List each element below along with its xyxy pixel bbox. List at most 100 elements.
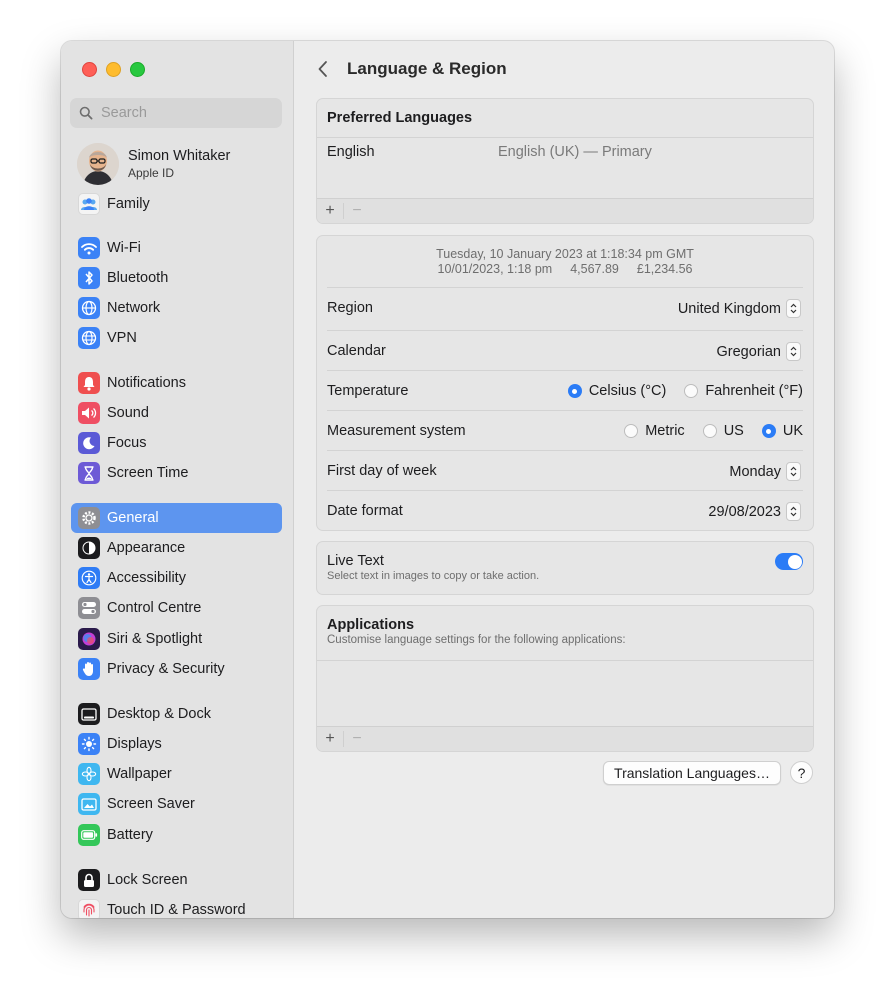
close-window-button[interactable]: [82, 62, 97, 77]
sidebar-item-desktop-dock[interactable]: Desktop & Dock: [71, 699, 282, 729]
applications-panel: Applications Customise language settings…: [316, 605, 814, 752]
updown-chevron-icon: [786, 502, 801, 521]
live-text-description: Select text in images to copy or take ac…: [327, 570, 540, 582]
sidebar-item-label: Notifications: [107, 375, 186, 391]
region-select[interactable]: United Kingdom: [678, 299, 801, 318]
sidebar-item-focus[interactable]: Focus: [71, 428, 282, 458]
region-value: United Kingdom: [677, 300, 781, 317]
region-label: Region: [327, 300, 373, 316]
fahrenheit-radio[interactable]: Fahrenheit (°F): [684, 383, 803, 399]
sidebar-item-lock-screen[interactable]: Lock Screen: [71, 865, 282, 895]
live-text-toggle[interactable]: [775, 553, 803, 570]
date-format-label: Date format: [327, 503, 403, 519]
temperature-radio-group: Celsius (°C) Fahrenheit (°F): [550, 383, 803, 399]
page-title: Language & Region: [347, 59, 507, 78]
sidebar-item-label: Privacy & Security: [107, 661, 225, 677]
sidebar-item-label: VPN: [107, 330, 137, 346]
live-text-label: Live Text: [327, 553, 384, 569]
add-application-button[interactable]: +: [317, 727, 343, 751]
search-icon: [79, 106, 93, 120]
language-name[interactable]: English: [327, 144, 375, 160]
sidebar-item-notifications[interactable]: Notifications: [71, 368, 282, 398]
metric-label: Metric: [645, 423, 685, 439]
radio-indicator: [624, 424, 639, 438]
calendar-label: Calendar: [327, 343, 386, 359]
sidebar-item-accessibility[interactable]: Accessibility: [71, 563, 282, 593]
sidebar-item-bluetooth[interactable]: Bluetooth: [71, 263, 282, 293]
sidebar-item-siri-spotlight[interactable]: Siri & Spotlight: [71, 624, 282, 654]
wallpaper-flower-icon: [78, 763, 100, 785]
calendar-select[interactable]: Gregorian: [717, 342, 801, 361]
divider: [317, 137, 813, 138]
translation-languages-button[interactable]: Translation Languages…: [603, 761, 781, 785]
sidebar-item-appearance[interactable]: Appearance: [71, 533, 282, 563]
sidebar-item-network[interactable]: Network: [71, 293, 282, 323]
remove-application-button[interactable]: −: [344, 727, 370, 751]
sidebar-item-wallpaper[interactable]: Wallpaper: [71, 759, 282, 789]
help-button[interactable]: ?: [790, 761, 813, 784]
celsius-radio[interactable]: Celsius (°C): [567, 383, 667, 399]
apple-id-profile[interactable]: Simon Whitaker Apple ID: [77, 143, 230, 185]
profile-name: Simon Whitaker: [128, 148, 231, 164]
first-day-select[interactable]: Monday: [729, 462, 801, 481]
language-detail: English (UK) — Primary: [498, 144, 652, 160]
sidebar-item-screen-saver[interactable]: Screen Saver: [71, 789, 282, 819]
sidebar-item-displays[interactable]: Displays: [71, 729, 282, 759]
network-globe-icon: [78, 297, 100, 319]
sidebar-item-label: Displays: [107, 736, 162, 752]
sidebar-item-screen-time[interactable]: Screen Time: [71, 458, 282, 488]
uk-radio[interactable]: UK: [761, 423, 803, 439]
family-icon: [78, 193, 100, 215]
desktop-dock-icon: [78, 703, 100, 725]
sidebar-item-label: Wi-Fi: [107, 240, 141, 256]
sidebar-item-battery[interactable]: Battery: [71, 820, 282, 850]
hand-icon: [78, 658, 100, 680]
wifi-icon: [78, 237, 100, 259]
celsius-label: Celsius (°C): [588, 383, 667, 399]
sidebar-item-vpn[interactable]: VPN: [71, 323, 282, 353]
currency-preview: £1,234.56: [636, 262, 693, 276]
sidebar-item-label: Desktop & Dock: [107, 706, 211, 722]
date-format-select[interactable]: 29/08/2023: [708, 502, 801, 521]
add-language-button[interactable]: +: [317, 199, 343, 223]
control-centre-icon: [78, 597, 100, 619]
sidebar-item-control-centre[interactable]: Control Centre: [71, 593, 282, 623]
sidebar-item-label: Battery: [107, 827, 153, 843]
sidebar-item-privacy-security[interactable]: Privacy & Security: [71, 654, 282, 684]
date-preview: Tuesday, 10 January 2023 at 1:18:34 pm G…: [436, 247, 694, 261]
back-chevron-icon[interactable]: [316, 59, 330, 79]
sidebar-item-family[interactable]: Family: [71, 189, 282, 219]
live-text-panel: Live Text Select text in images to copy …: [316, 541, 814, 595]
settings-window: Simon Whitaker Apple ID Family Wi-Fi Blu…: [61, 41, 834, 918]
radio-selected-indicator: [567, 384, 582, 398]
accessibility-icon: [78, 567, 100, 589]
us-radio[interactable]: US: [702, 423, 744, 439]
bluetooth-icon: [78, 267, 100, 289]
search-field[interactable]: [70, 98, 282, 128]
zoom-window-button[interactable]: [130, 62, 145, 77]
minimize-window-button[interactable]: [106, 62, 121, 77]
fahrenheit-label: Fahrenheit (°F): [705, 383, 803, 399]
search-input[interactable]: [99, 104, 273, 122]
sidebar: Simon Whitaker Apple ID Family Wi-Fi Blu…: [61, 41, 294, 918]
sidebar-item-wifi[interactable]: Wi-Fi: [71, 233, 282, 263]
region-format-panel: Tuesday, 10 January 2023 at 1:18:34 pm G…: [316, 235, 814, 531]
updown-chevron-icon: [786, 462, 801, 481]
sidebar-item-label: Screen Saver: [107, 796, 195, 812]
preferred-languages-header: Preferred Languages: [327, 110, 473, 126]
remove-language-button[interactable]: −: [344, 199, 370, 223]
sidebar-item-touch-id[interactable]: Touch ID & Password: [71, 895, 282, 918]
sidebar-item-label: General: [107, 510, 159, 526]
radio-selected-indicator: [761, 424, 776, 438]
metric-radio[interactable]: Metric: [624, 423, 685, 439]
battery-icon: [78, 824, 100, 846]
moon-icon: [78, 432, 100, 454]
date-format-value: 29/08/2023: [708, 503, 781, 520]
applications-header: Applications: [327, 617, 415, 633]
vpn-globe-icon: [78, 327, 100, 349]
sidebar-item-general[interactable]: General: [71, 503, 282, 533]
sidebar-item-sound[interactable]: Sound: [71, 398, 282, 428]
sidebar-item-label: Wallpaper: [107, 766, 172, 782]
number-preview: 4,567.89: [570, 262, 619, 276]
sidebar-item-label: Accessibility: [107, 570, 186, 586]
